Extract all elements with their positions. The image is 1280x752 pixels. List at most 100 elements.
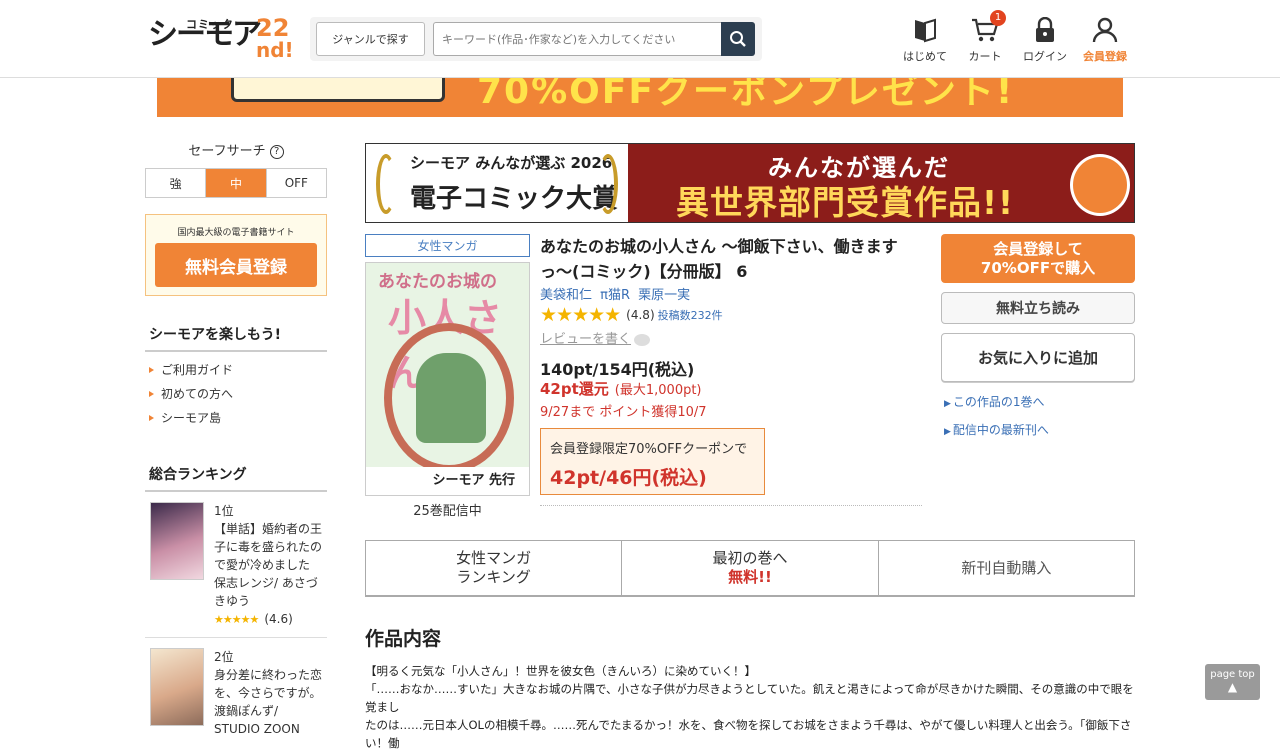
add-favorite-button[interactable]: お気に入りに追加 xyxy=(941,333,1135,382)
genre-search-button[interactable]: ジャンルで探す xyxy=(316,22,425,56)
link-first-time[interactable]: 初めての方へ xyxy=(145,382,327,406)
book-icon xyxy=(915,18,936,43)
tab-first-free: 無料!! xyxy=(728,568,772,586)
ranking-rank: 2位 xyxy=(214,650,234,664)
ranking-item[interactable]: 2位 身分差に終わった恋を、今さらですが。 渡鍋ぽんず/ STUDIO ZOON xyxy=(145,648,327,746)
safe-search-toggle: 強 中 OFF xyxy=(145,168,327,198)
nav-first-label: はじめて xyxy=(903,50,947,63)
nav-cart[interactable]: 1 カート xyxy=(966,10,1006,64)
ranking-item[interactable]: 1位 【単話】婚約者の王子に毒を盛られたので愛が冷めました 保志レンジ/ あさづ… xyxy=(145,502,327,638)
cashback-max: (最大1,000pt) xyxy=(614,383,702,398)
nav-first-time[interactable]: はじめて xyxy=(903,16,947,64)
arrow-up-icon: ▲ xyxy=(1227,680,1238,694)
divider xyxy=(540,505,922,506)
product-title: あなたのお城の小人さん 〜御飯下さい、働きますっ〜(コミック)【分冊版】 6 xyxy=(540,237,898,281)
link-volume-1[interactable]: この作品の1巻へ xyxy=(944,393,1045,410)
award-small-text: シーモア みんなが選ぶ 2026 xyxy=(410,154,613,172)
page-top-button[interactable]: page top ▲ xyxy=(1205,664,1260,700)
work-description: 【明るく元気な「小人さん」！世界を彼女色（きんいろ）に染めていく！】 「……おな… xyxy=(365,662,1135,752)
buy-line1: 会員登録して xyxy=(993,240,1083,258)
ranking-author[interactable]: 保志レンジ/ あさづきゆう xyxy=(214,574,326,610)
ranking-stars: ★★★★★ xyxy=(214,613,259,626)
banner-text: 70%OFFクーポンプレゼント! xyxy=(477,78,1015,112)
write-review-link[interactable]: レビューを書く xyxy=(540,328,651,347)
section-heading: 作品内容 xyxy=(365,628,442,650)
coupon-price: 42pt/46円(税込) xyxy=(550,467,707,489)
point-period: 9/27まで ポイント獲得10/7 xyxy=(540,405,707,420)
user-icon xyxy=(1092,17,1118,43)
nav-login-label: ログイン xyxy=(1023,50,1067,63)
safe-search-title: セーフサーチ? xyxy=(145,140,327,164)
ranking-rank: 1位 xyxy=(214,504,234,518)
write-review-label: レビューを書く xyxy=(540,332,632,347)
ranking-title[interactable]: 身分差に終わった恋を、今さらですが。 xyxy=(214,666,326,702)
description-line: 「……おなか……すいた」大きなお城の片隅で、小さな子供が力尽きようとしていた。飢… xyxy=(365,682,1134,714)
free-register-button[interactable]: 無料会員登録 xyxy=(155,243,317,287)
logo-nd: nd! xyxy=(256,38,294,62)
description-line: たのは……元日本人OLの相模千尋。……死んでたまるかっ！水を、食べ物を探してお城… xyxy=(365,718,1132,750)
link-latest-volume[interactable]: 配信中の最新刊へ xyxy=(944,421,1049,438)
ranking-heading: 総合ランキング xyxy=(145,458,327,492)
register-and-buy-button[interactable]: 会員登録して 70%OFFで購入 xyxy=(941,234,1135,283)
site-logo[interactable]: シーモア コミック 22 nd! xyxy=(148,14,294,64)
product-rating: ★★★★★ (4.8) 投稿数232件 xyxy=(540,304,723,326)
logo-number: 22 xyxy=(256,14,290,42)
enjoy-heading: シーモアを楽しもう! xyxy=(145,318,327,352)
nav-register-label: 会員登録 xyxy=(1083,50,1127,63)
ranking-author[interactable]: 渡鍋ぽんず/ STUDIO ZOON xyxy=(214,702,326,738)
lock-icon xyxy=(1036,17,1054,42)
nav-login[interactable]: ログイン xyxy=(1021,16,1069,64)
tab-first-volume[interactable]: 最初の巻へ 無料!! xyxy=(622,541,879,595)
award-banner[interactable]: シーモア みんなが選ぶ 2026 電子コミック大賞 みんなが選んだ 異世界部門受… xyxy=(365,143,1135,223)
review-count-link[interactable]: 投稿数232件 xyxy=(658,307,723,323)
book-cover[interactable]: あなたのお城の 小人さん シーモア 先行 xyxy=(365,262,530,496)
ranking-thumbnail[interactable] xyxy=(150,502,204,580)
award-big-text: 電子コミック大賞 xyxy=(410,184,619,214)
buy-line2: 70%OFFで購入 xyxy=(980,259,1096,277)
cover-character xyxy=(416,353,486,443)
mascot-icon xyxy=(1070,154,1130,216)
volume-count: 25巻配信中 xyxy=(413,504,482,519)
help-icon[interactable]: ? xyxy=(269,144,284,159)
safe-option-strong[interactable]: 強 xyxy=(146,169,207,197)
link-cmoa-island[interactable]: シーモア島 xyxy=(145,406,327,430)
search-input[interactable] xyxy=(433,22,721,56)
tab-ranking-line2: ランキング xyxy=(456,568,531,586)
ranking-title[interactable]: 【単話】婚約者の王子に毒を盛られたので愛が冷めました xyxy=(214,520,326,574)
laurel-right-icon xyxy=(598,154,618,214)
cart-count-badge: 1 xyxy=(990,10,1006,26)
safe-search-label: セーフサーチ xyxy=(188,144,266,159)
tab-ranking-line1: 女性マンガ xyxy=(456,549,532,567)
nav-cart-label: カート xyxy=(968,50,1002,63)
safe-option-medium[interactable]: 中 xyxy=(206,169,266,197)
ranking-score: (4.6) xyxy=(264,612,293,626)
speech-bubble-icon xyxy=(634,333,651,346)
logo-comic: コミック xyxy=(186,18,234,31)
link-guide[interactable]: ご利用ガイド xyxy=(145,358,327,382)
action-tabs: 女性マンガ ランキング 最初の巻へ 無料!! 新刊自動購入 xyxy=(365,540,1135,597)
cover-publisher: シーモア 先行 xyxy=(366,467,529,495)
banner-label-box xyxy=(231,78,445,102)
tab-genre-ranking[interactable]: 女性マンガ ランキング xyxy=(366,541,623,595)
register-box: 国内最大級の電子書籍サイト 無料会員登録 xyxy=(145,214,327,296)
coupon-label: 会員登録限定70%OFFクーポンで xyxy=(550,442,748,457)
free-preview-button[interactable]: 無料立ち読み xyxy=(941,292,1135,324)
enjoy-links: ご利用ガイド 初めての方へ シーモア島 xyxy=(145,358,327,430)
tab-auto-buy-label: 新刊自動購入 xyxy=(961,558,1052,577)
ranking-thumbnail[interactable] xyxy=(150,648,204,726)
ranking-info: 1位 【単話】婚約者の王子に毒を盛られたので愛が冷めました 保志レンジ/ あさづ… xyxy=(214,502,326,629)
product-authors[interactable]: 美袋和仁 π猫R 栗原一実 xyxy=(540,284,690,303)
coupon-box: 会員登録限定70%OFFクーポンで 42pt/46円(税込) xyxy=(540,428,765,495)
search-button[interactable] xyxy=(721,22,755,56)
site-header: シーモア コミック 22 nd! ジャンルで探す はじめて xyxy=(0,0,1280,78)
category-tag[interactable]: 女性マンガ xyxy=(365,234,530,257)
tab-auto-buy[interactable]: 新刊自動購入 xyxy=(879,541,1134,595)
laurel-left-icon xyxy=(376,154,396,214)
product-price: 140pt/154円(税込) xyxy=(540,360,695,379)
search-bar: ジャンルで探す xyxy=(310,17,762,61)
coupon-banner[interactable]: 70%OFFクーポンプレゼント! xyxy=(157,78,1123,117)
award-line2: 異世界部門受賞作品!! xyxy=(676,183,1015,222)
safe-option-off[interactable]: OFF xyxy=(265,169,326,197)
nav-register[interactable]: 会員登録 xyxy=(1079,16,1131,64)
rating-score: (4.8) xyxy=(626,308,655,322)
